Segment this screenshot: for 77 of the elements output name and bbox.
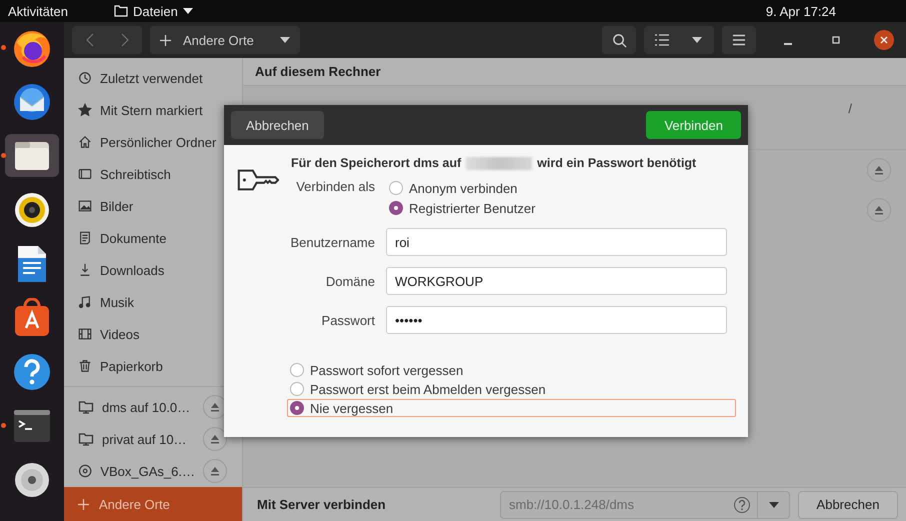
field-label: Passwort (320, 312, 375, 328)
maximize-icon (831, 35, 841, 45)
eject-icon (210, 434, 220, 444)
dialog-message: Für den Speicherort dms auf (291, 156, 462, 170)
sidebar-item[interactable]: Papierkorb (64, 350, 242, 382)
field-label: Benutzername (289, 234, 375, 250)
location-button[interactable]: Andere Orte (150, 26, 300, 54)
radio-option[interactable]: Anonym verbinden (386, 179, 736, 197)
image-icon (78, 199, 92, 213)
radio-option[interactable]: Passwort erst beim Abmelden vergessen (287, 380, 736, 398)
eject-button[interactable] (203, 459, 227, 483)
sidebar-item[interactable]: Downloads (64, 254, 242, 286)
redacted-host (466, 156, 532, 170)
folder-icon (78, 399, 94, 415)
trash-icon (78, 359, 92, 373)
close-icon (879, 35, 889, 45)
eject-button[interactable] (867, 158, 891, 182)
eject-icon (210, 466, 220, 476)
app-menu[interactable]: Dateien (114, 4, 193, 18)
disc-icon (78, 463, 92, 479)
key-icon (236, 167, 279, 193)
input-field[interactable]: WORKGROUP (386, 267, 727, 295)
film-icon (78, 327, 92, 341)
radio-option[interactable]: Registrierter Benutzer (386, 199, 736, 217)
caret-icon (182, 8, 193, 14)
server-label: Mit Server verbinden (257, 497, 386, 512)
chevron-right-icon (120, 33, 128, 47)
mount-path: / (848, 101, 852, 116)
caret-icon (280, 37, 290, 43)
sidebar-item[interactable]: Dokumente (64, 222, 242, 254)
eject-icon (874, 205, 884, 215)
folder-icon (78, 431, 94, 447)
folder-icon (114, 5, 128, 17)
section-title: Auf diesem Rechner (255, 64, 381, 79)
star-icon (78, 103, 92, 117)
sidebar-item[interactable]: Schreibtisch (64, 158, 242, 190)
shopping-bag-icon[interactable] (12, 298, 52, 338)
clock[interactable]: 9. Apr 17:24 (766, 4, 836, 18)
menu-icon (732, 34, 746, 46)
search-button[interactable] (602, 26, 636, 54)
eject-button[interactable] (867, 198, 891, 222)
desktop-icon (78, 167, 92, 181)
close-button[interactable] (874, 30, 894, 50)
document-icon (78, 231, 92, 245)
minimize-icon (784, 43, 792, 45)
dialog-message: wird ein Passwort benötigt (537, 156, 696, 170)
plus-icon (160, 34, 171, 46)
terminal-icon[interactable] (12, 408, 52, 444)
chevron-left-icon (86, 33, 94, 47)
sidebar-item[interactable]: Zuletzt verwendet (64, 62, 242, 94)
plus-icon (78, 498, 89, 510)
eject-icon (210, 402, 220, 412)
search-icon (612, 32, 626, 48)
cancel-button[interactable]: Abbrechen (231, 111, 324, 139)
activities-button[interactable]: Aktivitäten (8, 4, 68, 18)
home-icon (78, 135, 92, 149)
field-label: Verbinden als (295, 179, 375, 194)
radio-option[interactable]: Passwort sofort vergessen (287, 361, 736, 379)
sidebar-item[interactable]: Musik (64, 286, 242, 318)
eject-icon (874, 165, 884, 175)
sidebar-item[interactable]: Bilder (64, 190, 242, 222)
address-combo[interactable]: smb://10.0.1.248/dms (500, 490, 790, 518)
radio-option[interactable]: Nie vergessen (287, 399, 736, 417)
sidebar-item[interactable]: Videos (64, 318, 242, 350)
sidebar-item[interactable]: VBox_GAs_6.… (64, 455, 242, 487)
caret-icon (692, 37, 702, 43)
field-label: Domäne (324, 274, 375, 288)
clock-icon (78, 71, 92, 85)
download-icon (78, 263, 92, 277)
cancel-button[interactable]: Abbrechen (798, 490, 898, 518)
input-field[interactable]: •••••• (386, 306, 727, 334)
menu-button[interactable] (722, 26, 756, 54)
address-field[interactable]: smb://10.0.1.248/dms (501, 492, 733, 518)
input-field[interactable]: roi (386, 228, 727, 256)
music-note-icon (78, 295, 92, 309)
list-icon (654, 34, 668, 46)
caret-icon (768, 502, 778, 508)
